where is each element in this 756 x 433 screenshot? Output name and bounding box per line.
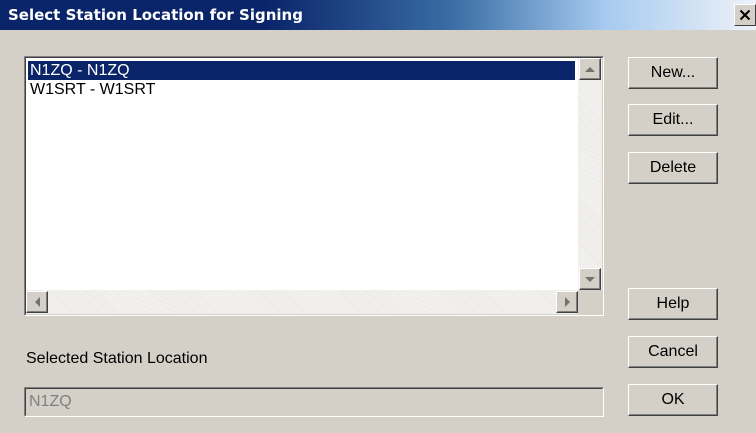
list-item-n1zq[interactable]: N1ZQ - N1ZQ [28, 61, 575, 80]
help-button[interactable]: Help [628, 288, 718, 320]
delete-button[interactable]: Delete [628, 152, 718, 184]
selected-location-label: Selected Station Location [26, 350, 208, 367]
window-title: Select Station Location for Signing [8, 6, 303, 24]
list-items: N1ZQ - N1ZQ W1SRT - W1SRT [28, 61, 575, 99]
list-frame: N1ZQ - N1ZQ W1SRT - W1SRT [25, 57, 603, 315]
arrow-left-icon [34, 297, 40, 307]
selected-location-value: N1ZQ [25, 388, 603, 416]
title-bar[interactable]: Select Station Location for Signing [0, 0, 756, 30]
selected-location-field: N1ZQ [24, 387, 604, 417]
arrow-up-icon [585, 66, 595, 72]
arrow-down-icon [585, 276, 595, 282]
list-item-w1srt[interactable]: W1SRT - W1SRT [28, 80, 575, 99]
new-button[interactable]: New... [628, 57, 718, 89]
arrow-right-icon [564, 297, 570, 307]
scrollbar-corner [578, 290, 602, 314]
station-location-list[interactable]: N1ZQ - N1ZQ W1SRT - W1SRT [24, 56, 604, 316]
scroll-right-button[interactable] [556, 291, 578, 313]
close-icon [739, 9, 751, 21]
close-button[interactable] [734, 4, 756, 26]
scroll-left-button[interactable] [26, 291, 48, 313]
horizontal-scrollbar[interactable] [26, 290, 578, 314]
ok-button[interactable]: OK [628, 384, 718, 416]
edit-button[interactable]: Edit... [628, 104, 718, 136]
vertical-scrollbar[interactable] [578, 58, 602, 290]
scroll-down-button[interactable] [579, 268, 601, 290]
cancel-button[interactable]: Cancel [628, 336, 718, 368]
scroll-up-button[interactable] [579, 58, 601, 80]
dialog-window: Select Station Location for Signing N1ZQ… [0, 0, 756, 433]
